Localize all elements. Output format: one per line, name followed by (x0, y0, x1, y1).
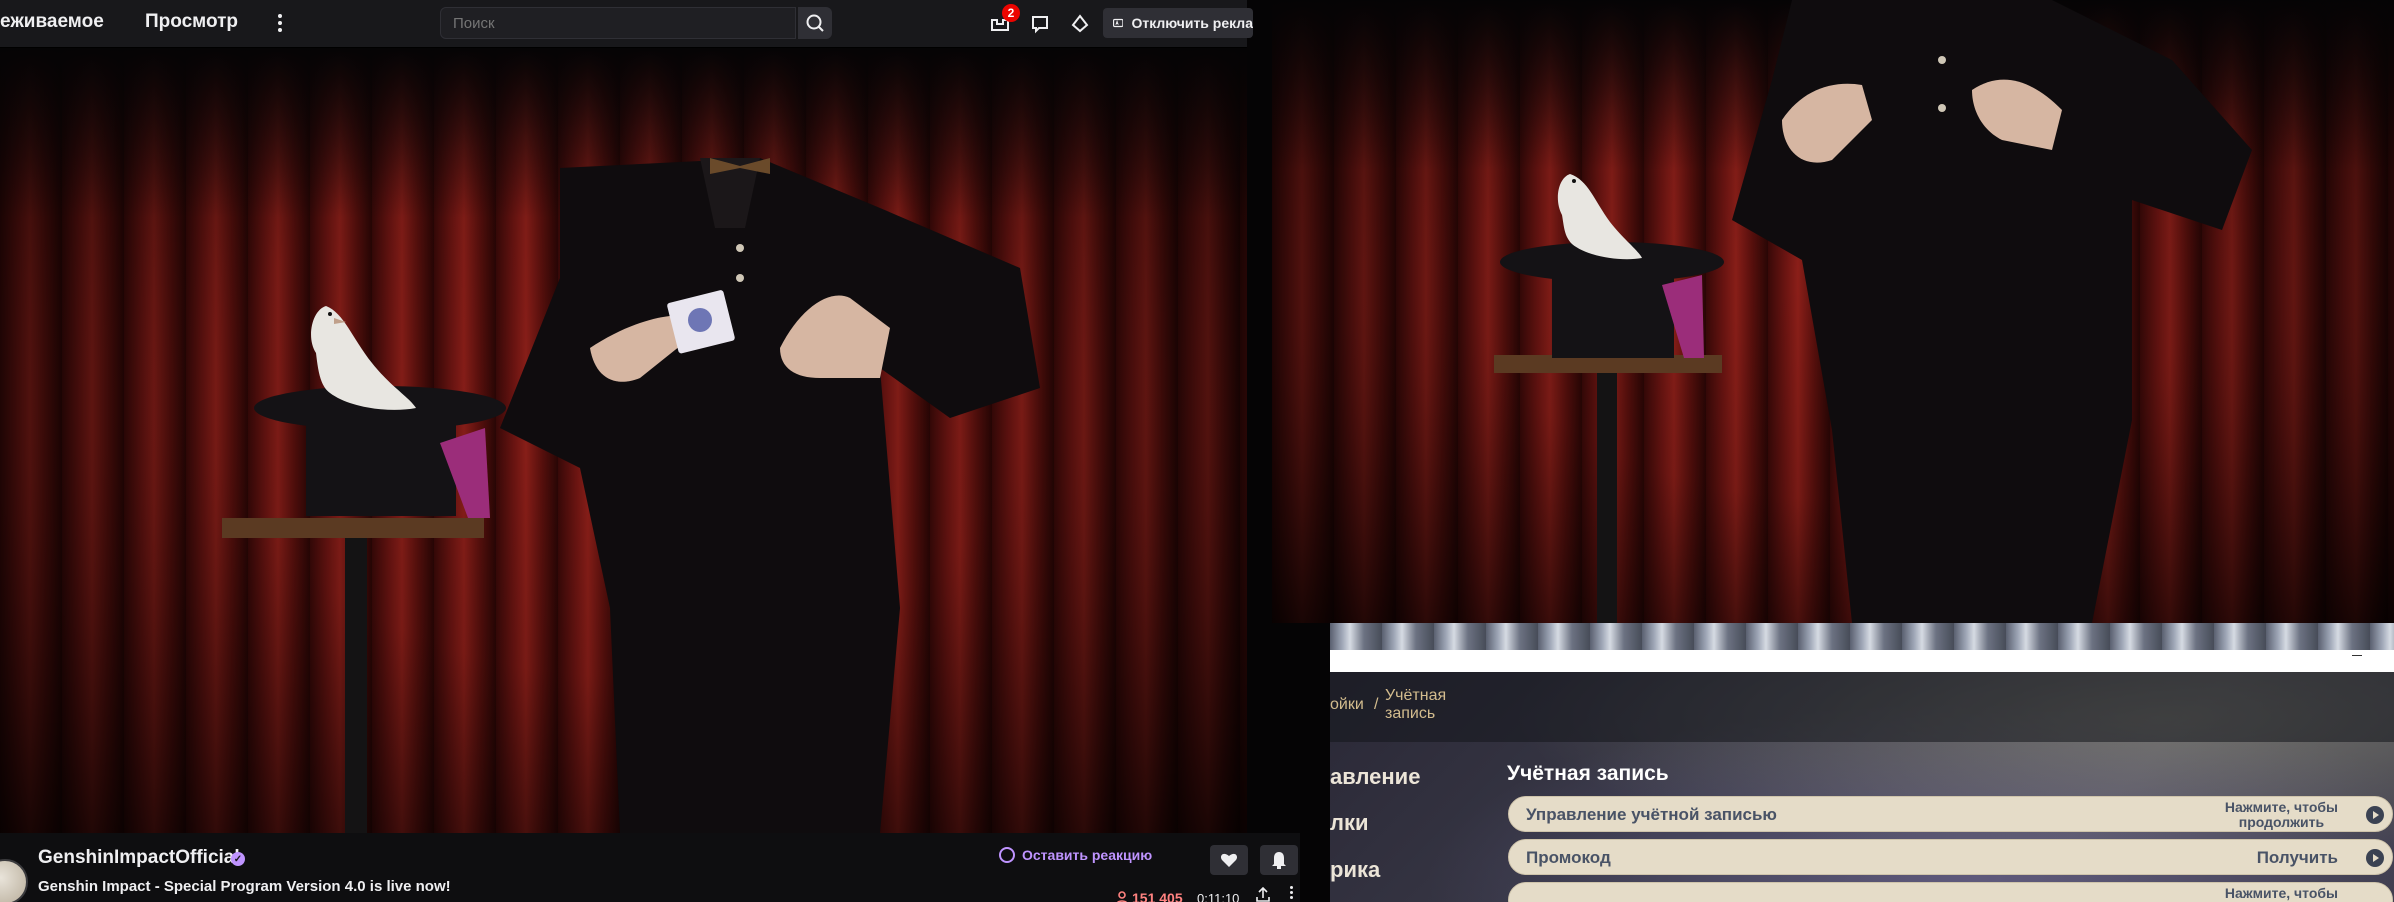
stream-title: Genshin Impact - Special Program Version… (38, 878, 451, 895)
search-button[interactable] (798, 7, 832, 39)
channel-avatar[interactable] (0, 859, 28, 902)
nav-browse-link[interactable]: Просмотр (145, 11, 238, 33)
promo-code-row[interactable]: Промокод Получить (1508, 839, 2393, 875)
heart-icon (1220, 853, 1238, 867)
page-title: Учётная запись (1507, 762, 1669, 785)
magician-scene (222, 158, 1040, 833)
breadcrumb-separator: / (1374, 696, 1379, 713)
bits-gem-icon (1071, 14, 1089, 33)
settings-header: ойки / Учётная запись (1330, 672, 2394, 742)
sidebar-item-management[interactable]: авление (1330, 764, 1420, 790)
game-scenery-strip (1330, 623, 2394, 650)
nav-following-link[interactable]: еживаемое (0, 11, 104, 33)
row-action: Нажмите, чтобы продолжить (2224, 799, 2338, 830)
notifications-button[interactable] (1260, 845, 1298, 875)
bell-icon (1272, 852, 1286, 869)
window-titlebar (1330, 650, 2394, 672)
turbo-ad-free-button[interactable]: Отключить рекла (1103, 8, 1253, 38)
ad-off-icon (1113, 18, 1124, 28)
stream-info-bar: GenshinImpactOfficial ✓ Genshin Impact -… (0, 833, 1300, 902)
desktop: еживаемое Просмотр 2 Отключить рекла (0, 0, 2394, 902)
stream-video-player[interactable] (0, 48, 1247, 833)
stream-uptime: 0:11:10 (1197, 891, 1240, 902)
share-icon[interactable] (1256, 887, 1270, 902)
viewer-person-icon (1117, 891, 1127, 902)
sidebar-item-buttons[interactable]: лки (1330, 810, 1369, 836)
turbo-label: Отключить рекла (1131, 15, 1253, 31)
breadcrumb-current-line2: запись (1385, 705, 1436, 722)
viewer-count: 151 405 (1116, 890, 1183, 902)
breadcrumb-current-line1: Учётная (1385, 687, 1447, 704)
row-action: Нажмите, чтобы (2224, 885, 2338, 901)
third-settings-row[interactable]: Нажмите, чтобы (1508, 882, 2393, 902)
follow-button[interactable] (1210, 845, 1248, 875)
whispers-button[interactable] (1025, 9, 1055, 39)
twitch-top-nav: еживаемое Просмотр 2 Отключить рекла (0, 0, 1253, 48)
genshin-game-window: ойки / Учётная запись авление лки рика У… (1330, 623, 2394, 902)
bits-button[interactable] (1065, 9, 1095, 39)
search-input[interactable] (440, 7, 796, 39)
magician-scene-secondary (1494, 0, 2252, 623)
row-label: Промокод (1526, 848, 1611, 867)
account-settings-panel: ойки / Учётная запись авление лки рика У… (1330, 672, 2394, 902)
search-icon (806, 14, 824, 32)
row-action: Получить (2256, 848, 2338, 867)
manage-account-row[interactable]: Управление учётной записью Нажмите, чтоб… (1508, 796, 2393, 832)
minimize-icon[interactable] (2352, 655, 2362, 656)
breadcrumb-settings[interactable]: ойки (1330, 696, 1364, 714)
sidebar-item-graphics[interactable]: рика (1330, 857, 1380, 883)
stream-more-icon[interactable] (1290, 886, 1293, 899)
viewer-count-value: 151 405 (1132, 890, 1183, 902)
arrow-right-icon (2366, 806, 2384, 824)
inbox-button[interactable]: 2 (985, 4, 1020, 39)
verified-check-icon: ✓ (231, 852, 245, 866)
reaction-icon (999, 847, 1015, 863)
reaction-label: Оставить реакцию (1022, 847, 1153, 863)
more-options-icon[interactable] (270, 10, 290, 36)
chat-bubble-icon (1032, 16, 1048, 34)
leave-reaction-button[interactable]: Оставить реакцию (999, 847, 1152, 863)
inbox-count-badge: 2 (1002, 4, 1020, 22)
secondary-video-view (1272, 0, 2394, 623)
arrow-right-icon (2366, 849, 2384, 867)
row-label: Управление учётной записью (1526, 805, 1777, 824)
channel-name[interactable]: GenshinImpactOfficial (38, 847, 240, 869)
